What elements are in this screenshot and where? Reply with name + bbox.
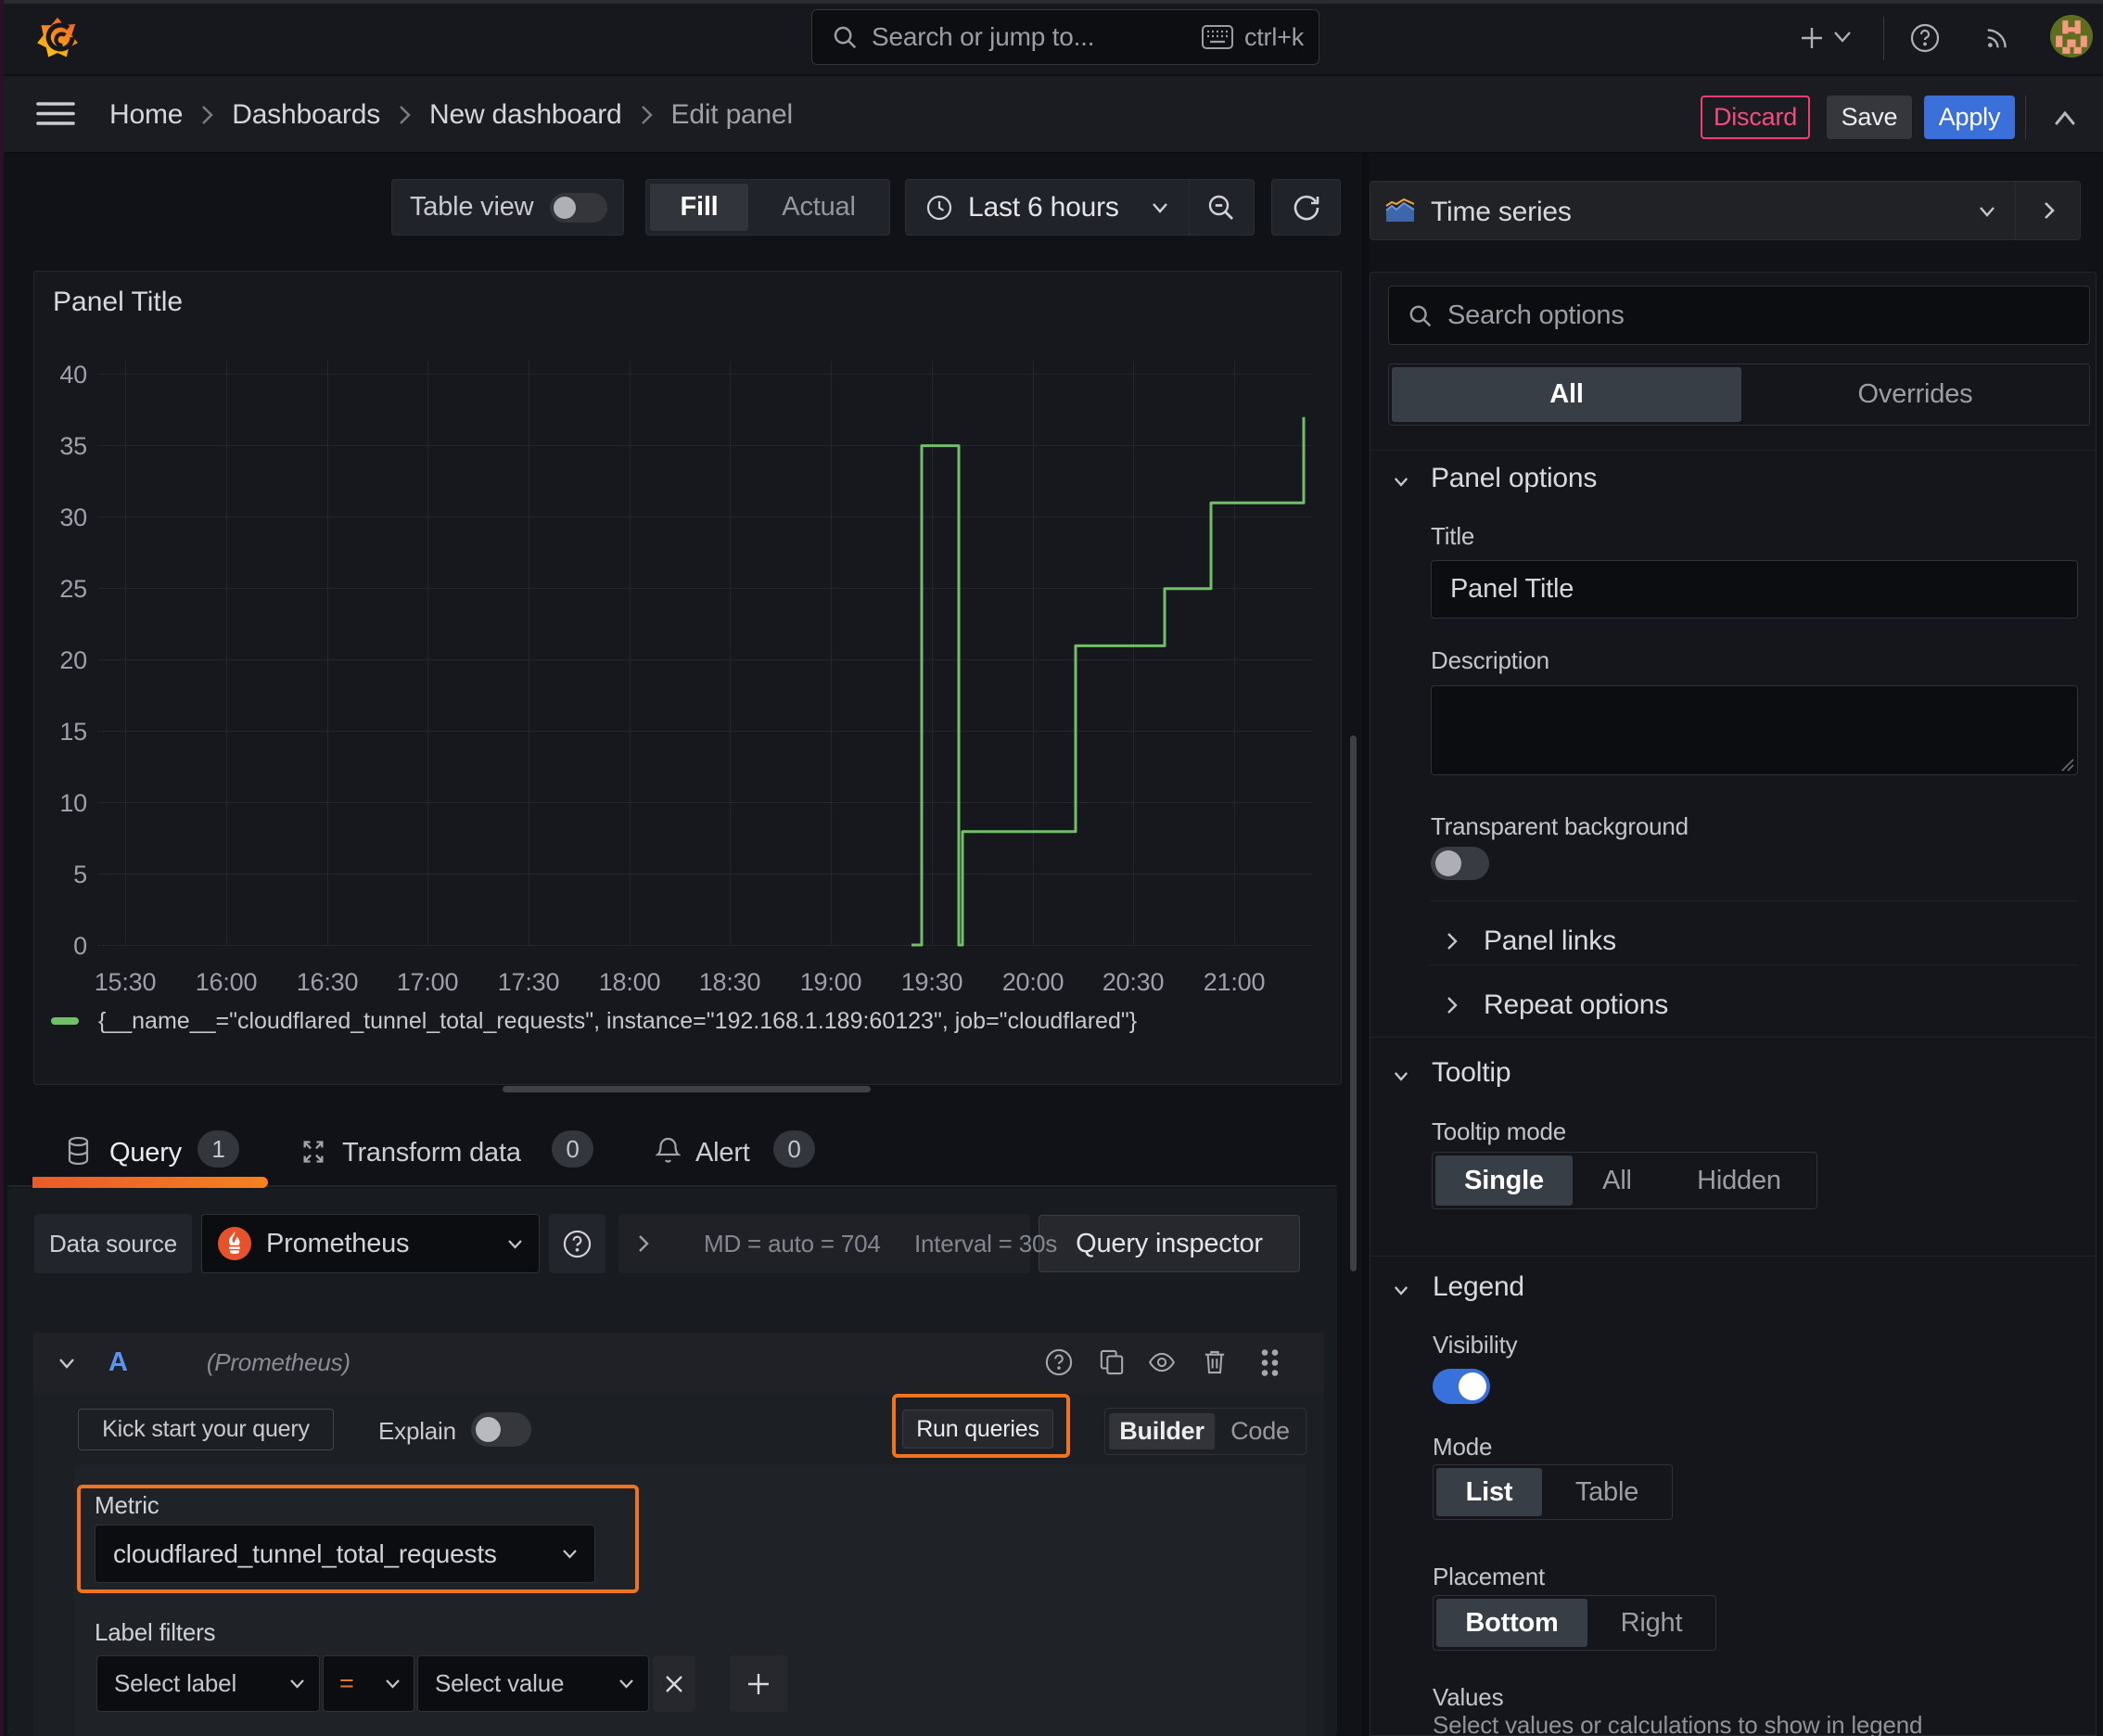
svg-text:35: 35 [59,432,87,460]
svg-text:18:30: 18:30 [699,968,761,996]
svg-text:25: 25 [59,575,87,603]
svg-text:17:00: 17:00 [397,968,459,996]
svg-text:20:00: 20:00 [1002,968,1064,996]
svg-text:15:30: 15:30 [95,968,157,996]
svg-text:19:00: 19:00 [800,968,862,996]
svg-text:20: 20 [59,646,87,674]
svg-text:16:30: 16:30 [297,968,359,996]
svg-text:10: 10 [59,789,87,817]
svg-text:17:30: 17:30 [498,968,560,996]
svg-text:18:00: 18:00 [599,968,661,996]
svg-text:15: 15 [59,718,87,746]
svg-text:5: 5 [73,861,87,888]
svg-text:0: 0 [73,932,87,960]
svg-text:20:30: 20:30 [1102,968,1165,996]
svg-text:40: 40 [59,361,87,389]
svg-text:21:00: 21:00 [1204,968,1266,996]
svg-text:30: 30 [59,504,87,531]
svg-text:19:30: 19:30 [901,968,963,996]
svg-text:16:00: 16:00 [196,968,258,996]
